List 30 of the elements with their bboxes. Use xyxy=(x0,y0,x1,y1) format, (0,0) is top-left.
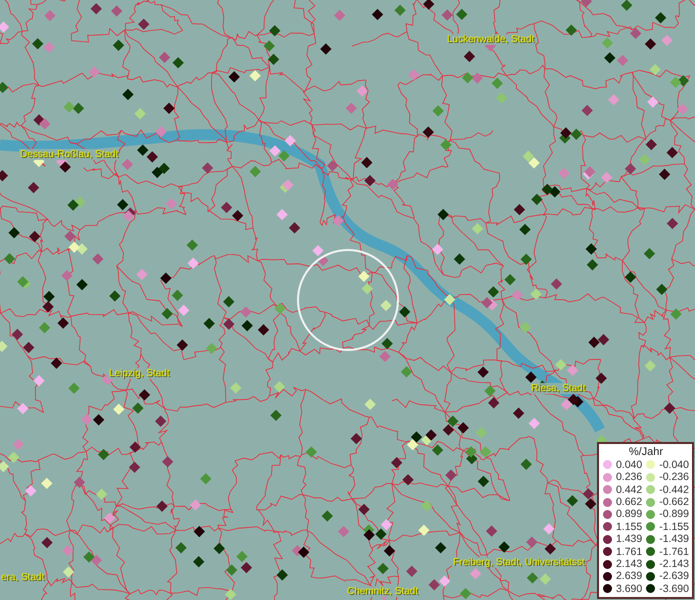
legend-value: -0.236 xyxy=(659,471,689,484)
legend-value: 2.639 xyxy=(616,570,642,582)
legend-value: -2.143 xyxy=(659,558,689,570)
legend-value: -3.690 xyxy=(659,582,689,595)
legend-value: 0.662 xyxy=(616,496,642,508)
legend-title: %/Jahr xyxy=(628,446,664,459)
legend-value: 0.236 xyxy=(616,471,642,484)
city-label: Freiberg, Stadt, Universitätsst xyxy=(452,557,586,568)
city-label: Leipzig, Stadt xyxy=(108,368,171,379)
legend-value: -1.761 xyxy=(659,546,689,558)
legend-value: -0.662 xyxy=(659,496,689,508)
legend-value: 1.761 xyxy=(616,546,642,558)
legend-value: 0.040 xyxy=(616,458,642,471)
legend-value: -0.442 xyxy=(659,484,689,496)
legend-value: 0.442 xyxy=(616,484,642,496)
city-label: Riesa, Stadt xyxy=(530,383,586,394)
city-label: Chemnitz, Stadt xyxy=(346,586,420,597)
legend-value: 1.439 xyxy=(616,533,642,546)
legend-value: -0.899 xyxy=(659,508,689,520)
legend-value: -1.155 xyxy=(659,520,689,533)
legend-value: -1.439 xyxy=(659,533,689,546)
city-label: era, Stadt xyxy=(0,572,46,583)
city-label: Luckenwalde, Stadt xyxy=(446,34,536,45)
legend-value: 0.899 xyxy=(616,508,642,520)
legend-value: -2.639 xyxy=(659,570,689,582)
legend-value: 1.155 xyxy=(616,520,642,533)
legend-value: 2.143 xyxy=(616,558,642,570)
legend-value: 3.690 xyxy=(616,582,642,595)
legend-value: -0.040 xyxy=(659,458,689,471)
city-label: Dessau-Roßlau, Stadt xyxy=(19,149,120,160)
